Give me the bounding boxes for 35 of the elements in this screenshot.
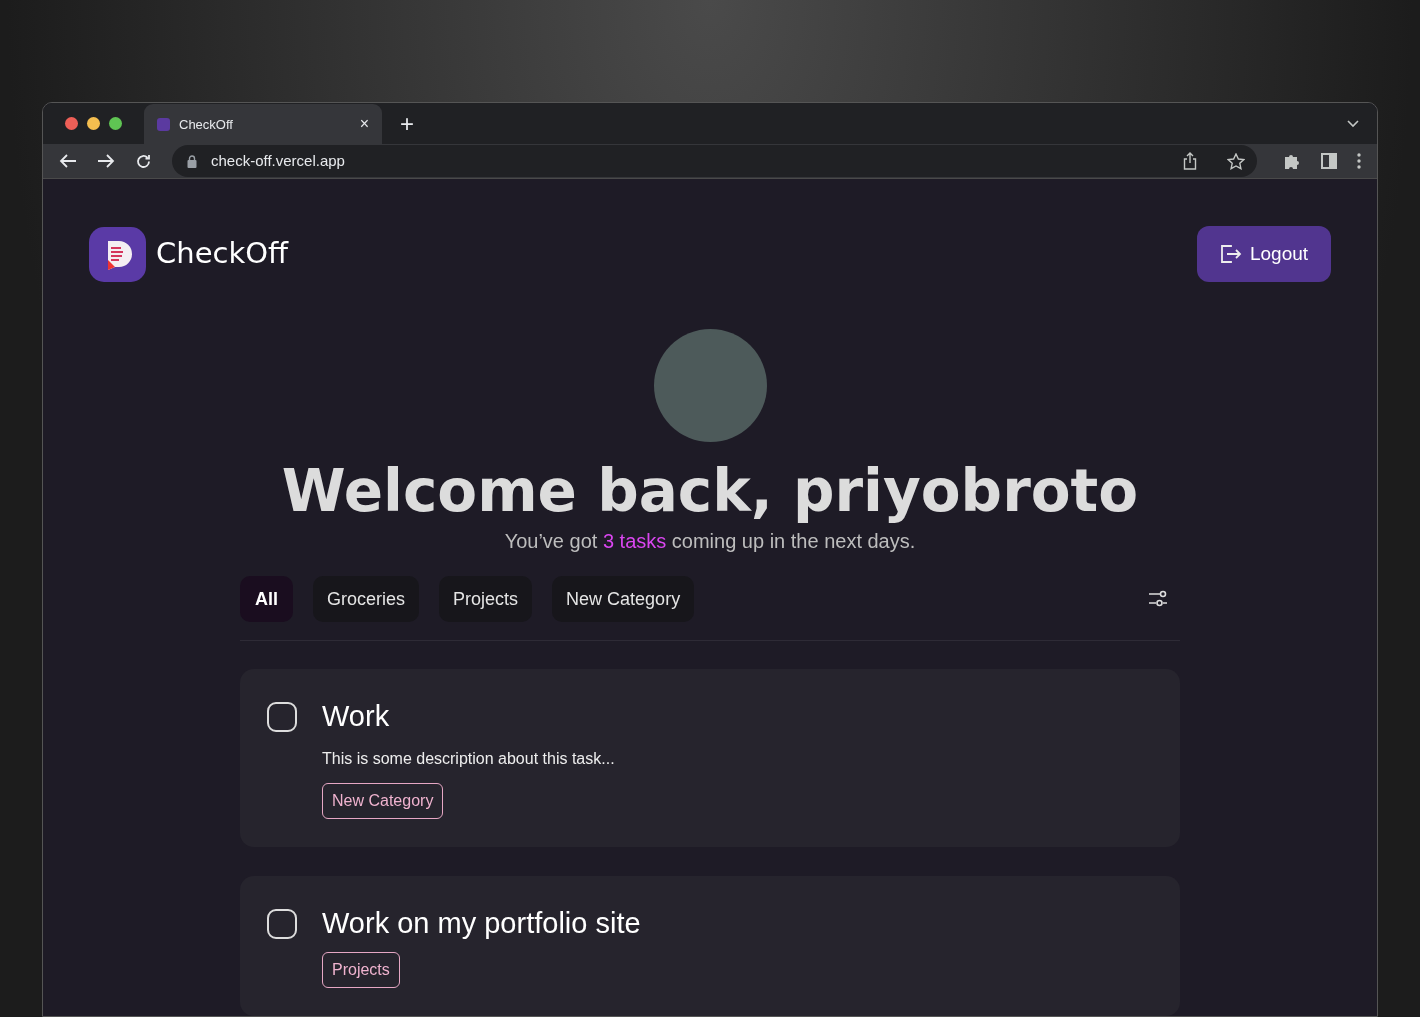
category-tab[interactable]: New Category [552, 576, 695, 622]
url-text: check-off.vercel.app [211, 151, 346, 171]
welcome-heading: Welcome back, priyobroto [281, 460, 1139, 524]
task-checkbox[interactable] [267, 909, 297, 939]
address-bar[interactable]: check-off.vercel.app [172, 145, 1257, 178]
logout-icon [1219, 244, 1242, 265]
new-tab-button[interactable]: + [400, 111, 414, 136]
lock-icon [187, 154, 197, 168]
task-description: This is some description about this task... [322, 749, 615, 769]
forward-arrow-icon[interactable] [97, 153, 115, 170]
tasks-summary-text: You’ve got 3 tasks coming up in the next days. [504, 529, 916, 554]
category-tab[interactable]: Groceries [313, 576, 420, 622]
back-arrow-icon[interactable] [59, 153, 77, 170]
task-title: Work on my portfolio site [322, 906, 641, 940]
browser-tab[interactable]: CheckOff × [144, 104, 382, 145]
category-tag: Projects [322, 952, 400, 988]
filter-sliders-icon[interactable] [1148, 590, 1168, 608]
chevron-down-icon[interactable] [1347, 119, 1359, 128]
logout-button[interactable]: Logout [1197, 226, 1331, 283]
puzzle-piece-icon[interactable] [1283, 152, 1301, 171]
favicon-icon [157, 117, 170, 131]
more-menu-icon[interactable] [1357, 153, 1361, 170]
reload-icon[interactable] [135, 152, 152, 170]
star-icon[interactable] [1227, 152, 1245, 170]
side-panel-icon[interactable] [1321, 153, 1337, 170]
category-tab[interactable]: Projects [439, 576, 533, 622]
category-tab[interactable]: All [240, 576, 293, 622]
tab-title: CheckOff [179, 115, 234, 134]
category-tag: New Category [322, 783, 444, 819]
tab-close-button[interactable]: × [359, 116, 369, 133]
app-name: CheckOff [156, 235, 288, 273]
task-checkbox[interactable] [267, 702, 297, 732]
app-logo-icon [89, 226, 146, 282]
task-title: Work [322, 699, 390, 733]
share-icon[interactable] [1183, 152, 1197, 171]
